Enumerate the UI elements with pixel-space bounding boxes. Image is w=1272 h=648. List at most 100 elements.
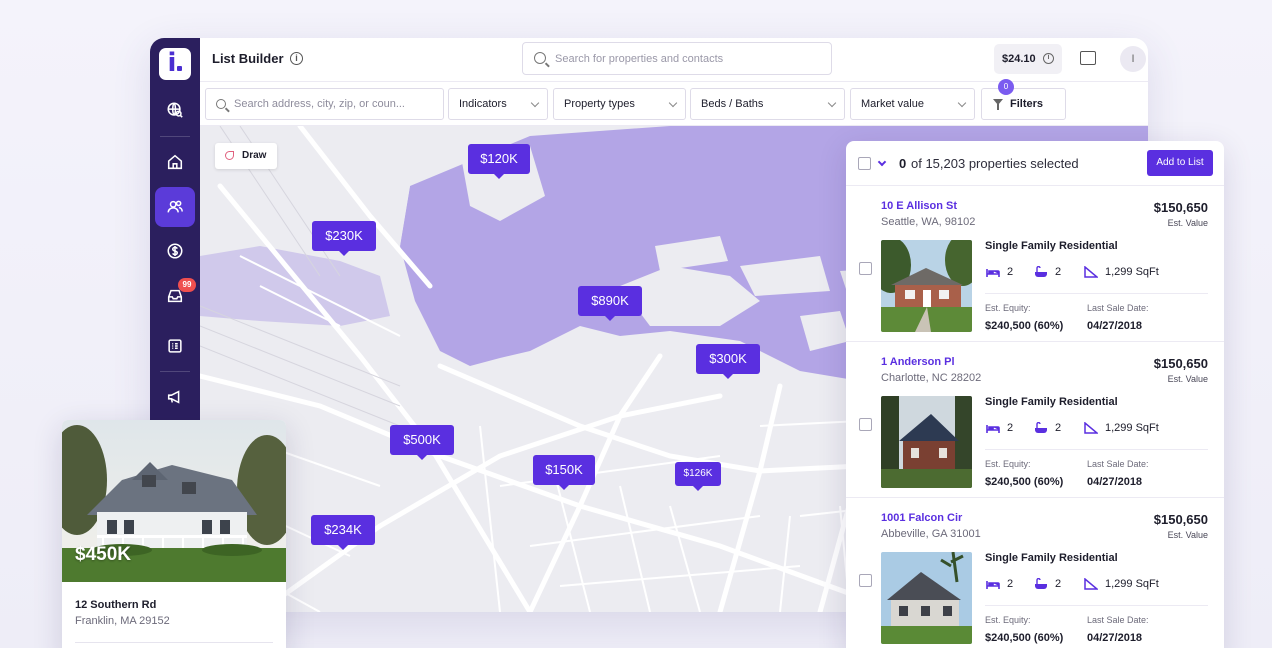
equity-value: $240,500 (60%) (985, 476, 1064, 488)
property-value: $150,650 (1153, 356, 1208, 371)
last-sale-label: Last Sale Date: (1087, 459, 1149, 469)
indicators-dropdown[interactable]: Indicators (448, 88, 548, 120)
property-thumbnail[interactable] (881, 240, 972, 332)
last-sale-value: 04/27/2018 (1087, 476, 1143, 488)
map-price-pin[interactable]: $230K (312, 221, 376, 256)
last-sale-label: Last Sale Date: (1087, 303, 1149, 313)
beds-baths-dropdown[interactable]: Beds / Baths (690, 88, 845, 120)
last-sale-value: 04/27/2018 (1087, 632, 1143, 644)
app-logo[interactable]: i (159, 48, 191, 80)
map-price-pin[interactable]: $150K (533, 455, 595, 490)
add-to-list-button[interactable]: Add to List (1147, 150, 1213, 176)
bed-icon (986, 425, 1000, 433)
baths-count: 2 (1055, 578, 1062, 590)
property-city: Abbeville, GA 31001 (881, 528, 981, 540)
sqft: 1,299 SqFt (1105, 578, 1159, 590)
property-row[interactable]: 1 Anderson Pl Charlotte, NC 28202 $150,6… (846, 342, 1224, 498)
property-city: Charlotte, NC 28202 (881, 372, 982, 384)
property-row[interactable]: 1001 Falcon Cir Abbeville, GA 31001 $150… (846, 498, 1224, 648)
map-price-pin[interactable]: $120K (468, 144, 530, 179)
divider (75, 642, 273, 643)
chevron-down-icon[interactable] (877, 157, 887, 167)
property-types-dropdown[interactable]: Property types (553, 88, 686, 120)
filters-count-badge: 0 (998, 79, 1014, 95)
top-bar: List Builder i Search for properties and… (200, 38, 1148, 82)
info-icon[interactable]: i (290, 52, 303, 65)
est-value-label: Est. Value (1167, 374, 1208, 384)
card-city: Franklin, MA 29152 (75, 615, 170, 627)
beds-count: 2 (1007, 422, 1014, 434)
map-price-pin[interactable]: $300K (696, 344, 760, 379)
property-thumbnail[interactable] (881, 396, 972, 488)
last-sale-label: Last Sale Date: (1087, 615, 1149, 625)
est-value-label: Est. Value (1167, 530, 1208, 540)
globe-search-icon[interactable] (155, 90, 195, 130)
home-icon[interactable] (155, 142, 195, 182)
users-icon[interactable] (155, 187, 195, 227)
global-search-input[interactable]: Search for properties and contacts (522, 42, 832, 75)
beds-count: 2 (1007, 578, 1014, 590)
results-panel: 0 of 15,203 properties selected Add to L… (846, 141, 1224, 648)
property-types-label: Property types (564, 98, 635, 110)
inbox-badge: 99 (178, 278, 196, 292)
map-price-pin[interactable]: $126K (675, 462, 721, 491)
credits-balance[interactable]: $24.10 i (994, 44, 1062, 74)
map-price-pin[interactable]: $500K (390, 425, 454, 460)
equity-label: Est. Equity: (985, 459, 1031, 469)
sqft-icon (1084, 266, 1098, 278)
row-checkbox[interactable] (859, 418, 872, 431)
card-price: $450K (75, 544, 131, 565)
list-icon[interactable] (155, 326, 195, 366)
divider (985, 293, 1208, 294)
filter-bar: Search address, city, zip, or coun... In… (200, 79, 1148, 126)
chevron-down-icon (530, 98, 540, 108)
chevron-down-icon (827, 98, 837, 108)
baths-count: 2 (1055, 266, 1062, 278)
property-type: Single Family Residential (985, 240, 1118, 252)
card-address: 12 Southern Rd (75, 599, 157, 611)
location-search-placeholder: Search address, city, zip, or coun... (234, 98, 405, 110)
chat-icon[interactable] (1080, 51, 1096, 65)
sqft: 1,299 SqFt (1105, 266, 1159, 278)
chevron-down-icon (668, 98, 678, 108)
property-type: Single Family Residential (985, 552, 1118, 564)
map-price-pin[interactable]: $890K (578, 286, 642, 321)
property-value: $150,650 (1153, 512, 1208, 527)
property-street[interactable]: 1 Anderson Pl (881, 356, 955, 368)
megaphone-icon[interactable] (155, 377, 195, 417)
property-thumbnail[interactable] (881, 552, 972, 644)
row-checkbox[interactable] (859, 574, 872, 587)
avatar[interactable]: I (1120, 46, 1146, 72)
dollar-icon[interactable] (155, 231, 195, 271)
sqft-icon (1084, 422, 1098, 434)
filter-icon (993, 99, 1003, 110)
bath-icon (1035, 422, 1047, 433)
market-value-dropdown[interactable]: Market value (850, 88, 975, 120)
chevron-down-icon (957, 98, 967, 108)
property-street[interactable]: 1001 Falcon Cir (881, 512, 962, 524)
credits-info-icon: i (1043, 53, 1054, 64)
property-street[interactable]: 10 E Allison St (881, 200, 957, 212)
selected-summary: of 15,203 properties selected (911, 156, 1079, 171)
property-type: Single Family Residential (985, 396, 1118, 408)
results-header: 0 of 15,203 properties selected Add to L… (846, 141, 1224, 186)
filters-button[interactable]: Filters (981, 88, 1066, 120)
sqft-icon (1084, 578, 1098, 590)
property-row[interactable]: 10 E Allison St Seattle, WA, 98102 $150,… (846, 186, 1224, 342)
equity-value: $240,500 (60%) (985, 320, 1064, 332)
location-search-input[interactable]: Search address, city, zip, or coun... (205, 88, 444, 120)
draw-label: Draw (242, 150, 267, 161)
select-all-checkbox[interactable] (858, 157, 871, 170)
search-icon (534, 52, 546, 64)
market-value-label: Market value (861, 98, 924, 110)
selected-count: 0 (899, 156, 907, 171)
row-checkbox[interactable] (859, 262, 872, 275)
equity-value: $240,500 (60%) (985, 632, 1064, 644)
bath-icon (1035, 578, 1047, 589)
draw-button[interactable]: Draw (215, 143, 277, 169)
property-preview-card[interactable]: $450K 12 Southern Rd Franklin, MA 29152 (62, 420, 286, 648)
bed-icon (986, 269, 1000, 277)
map-price-pin[interactable]: $234K (311, 515, 375, 550)
page-title: List Builder (212, 51, 284, 66)
equity-label: Est. Equity: (985, 615, 1031, 625)
